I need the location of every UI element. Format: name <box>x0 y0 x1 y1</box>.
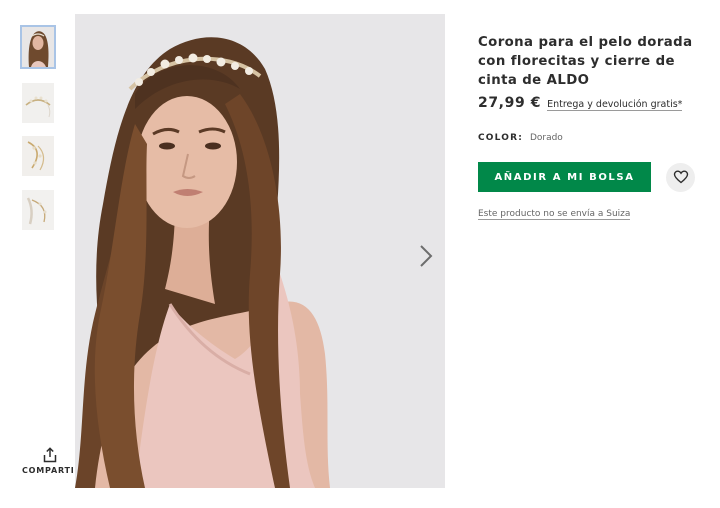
share-icon <box>43 447 57 463</box>
model-photo <box>75 14 445 488</box>
color-value: Dorado <box>529 133 563 143</box>
delivery-returns-link[interactable]: Entrega y devolución gratis* <box>547 99 683 111</box>
chevron-right-icon[interactable] <box>414 242 438 270</box>
thumbnail-model-image <box>22 27 54 67</box>
product-main-image[interactable] <box>75 14 445 488</box>
save-for-later-button[interactable] <box>666 162 695 192</box>
thumbnail-crown-front[interactable] <box>22 83 54 123</box>
add-to-bag-button[interactable]: AÑADIR A MI BOLSA <box>478 162 651 192</box>
action-row: AÑADIR A MI BOLSA <box>478 162 708 192</box>
thumbnail-crown-front-image <box>22 83 54 123</box>
thumbnail-model[interactable] <box>20 25 56 69</box>
thumbnail-crown-ribbon[interactable] <box>22 190 54 230</box>
product-info: Corona para el pelo dorada con florecita… <box>478 33 708 220</box>
shipping-restriction-link[interactable]: Este producto no se envía a Suiza <box>478 209 631 220</box>
price-row: 27,99 € Entrega y devolución gratis* <box>478 95 708 111</box>
color-row: COLOR: Dorado <box>478 133 708 143</box>
share-label: COMPARTIR <box>22 466 82 475</box>
product-title: Corona para el pelo dorada con florecita… <box>478 35 693 88</box>
product-price: 27,99 € <box>478 95 542 111</box>
share-button[interactable]: COMPARTIR <box>22 446 82 475</box>
thumbnail-crown-detail-image <box>22 136 54 176</box>
color-label: COLOR: <box>478 133 524 143</box>
thumbnail-crown-detail[interactable] <box>22 136 54 176</box>
thumbnail-crown-ribbon-image <box>22 190 54 230</box>
heart-icon <box>673 170 688 184</box>
